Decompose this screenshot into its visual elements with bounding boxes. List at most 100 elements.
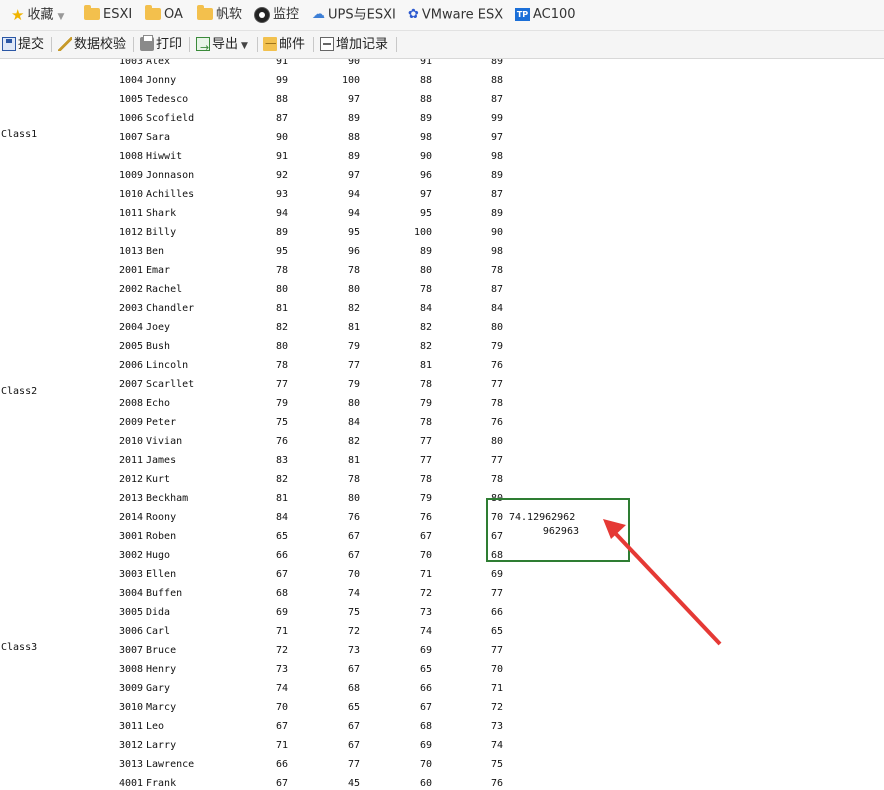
student-id: 2007 [119, 379, 144, 390]
score-cell: 78 [490, 398, 503, 409]
table-row: 2012 Kurt 82 78 78 78 [0, 470, 884, 489]
score-cell: 75 [490, 759, 503, 770]
score-cell: 73 [490, 721, 503, 732]
score-cell: 45 [347, 778, 360, 789]
bookmark-ups-esxi[interactable]: ☁ UPS与ESXI [312, 0, 396, 30]
score-cell: 72 [490, 702, 503, 713]
score-cell: 93 [275, 189, 288, 200]
score-cell: 60 [419, 778, 432, 789]
score-cell: 69 [419, 740, 432, 751]
table-row: 2008 Echo 79 80 79 78 [0, 394, 884, 413]
score-cell: 65 [275, 531, 288, 542]
toolbar-divider [313, 37, 314, 52]
table-row: 2010 Vivian 76 82 77 80 [0, 432, 884, 451]
score-cell: 77 [419, 436, 432, 447]
score-cell: 89 [347, 151, 360, 162]
star-icon: ★ [11, 6, 25, 24]
student-name: Buffen [146, 588, 183, 599]
student-id: 2005 [119, 341, 144, 352]
score-cell: 78 [275, 360, 288, 371]
add-record-button[interactable]: 增加记录 [320, 31, 388, 58]
score-cell: 67 [347, 531, 360, 542]
score-cell: 81 [347, 322, 360, 333]
student-id: 3012 [119, 740, 144, 751]
score-cell: 75 [347, 607, 360, 618]
validate-icon [58, 36, 72, 51]
score-cell: 78 [490, 474, 503, 485]
score-cell: 89 [419, 246, 432, 257]
table-row: 3007 Bruce 72 73 69 77 [0, 641, 884, 660]
student-name: Beckham [146, 493, 189, 504]
score-cell: 80 [347, 493, 360, 504]
student-name: Roony [146, 512, 177, 523]
student-id: 3004 [119, 588, 144, 599]
score-cell: 74 [275, 683, 288, 694]
score-cell: 98 [490, 246, 503, 257]
table-row: 2002 Rachel 80 80 78 87 [0, 280, 884, 299]
chevron-down-icon[interactable]: ▼ [57, 12, 64, 22]
student-id: 3003 [119, 569, 144, 580]
bookmark-monitor[interactable]: 监控 [254, 0, 299, 30]
validate-button[interactable]: 数据校验 [58, 31, 126, 58]
report-toolbar: 提交 数据校验 打印 导出▼ 邮件 增加记录 [0, 31, 884, 61]
tp-link-icon: TP [515, 8, 530, 21]
table-row: 3001 Roben 65 67 67 67 [0, 527, 884, 546]
score-cell: 77 [490, 645, 503, 656]
score-cell: 67 [275, 778, 288, 789]
add-record-icon [320, 36, 334, 51]
score-cell: 99 [490, 113, 503, 124]
student-id: 1005 [119, 94, 144, 105]
student-id: 2006 [119, 360, 144, 371]
mail-button[interactable]: 邮件 [263, 31, 305, 58]
score-cell: 84 [419, 303, 432, 314]
submit-button[interactable]: 提交 [2, 31, 44, 58]
student-id: 3006 [119, 626, 144, 637]
table-row: 3013 Lawrence 66 77 70 75 [0, 755, 884, 774]
score-cell: 71 [490, 683, 503, 694]
table-row: 2001 Emar 78 78 80 78 [0, 261, 884, 280]
table-row: 3004 Buffen 68 74 72 77 [0, 584, 884, 603]
table-row: 3009 Gary 74 68 66 71 [0, 679, 884, 698]
student-id: 2013 [119, 493, 144, 504]
bookmark-fanruan[interactable]: 帆软 [197, 0, 242, 30]
table-row: 2007 Scarllet 77 79 78 77 [0, 375, 884, 394]
student-name: Carl [146, 626, 171, 637]
score-cell: 76 [490, 417, 503, 428]
student-name: Dida [146, 607, 171, 618]
student-id: 1009 [119, 170, 144, 181]
bookmark-favorites[interactable]: ★ 收藏 ▼ [11, 0, 64, 30]
bookmark-esxi[interactable]: ESXI [84, 0, 132, 30]
bookmark-vmware-esx[interactable]: ✿ VMware ESX [408, 0, 503, 30]
score-cell: 77 [419, 455, 432, 466]
score-cell: 80 [490, 436, 503, 447]
student-id: 1013 [119, 246, 144, 257]
score-cell: 89 [490, 59, 503, 67]
bookmark-ac100[interactable]: TP AC100 [515, 0, 576, 30]
score-cell: 78 [490, 265, 503, 276]
score-cell: 91 [419, 59, 432, 67]
student-name: Lawrence [146, 759, 195, 770]
score-cell: 81 [275, 493, 288, 504]
score-cell: 78 [419, 474, 432, 485]
print-button[interactable]: 打印 [140, 31, 182, 58]
table-row: 1012 Billy 89 95 100 90 [0, 223, 884, 242]
table-row: 3003 Ellen 67 70 71 69 [0, 565, 884, 584]
score-cell: 79 [490, 341, 503, 352]
bookmark-oa[interactable]: OA [145, 0, 183, 30]
score-cell: 69 [275, 607, 288, 618]
score-cell: 90 [275, 132, 288, 143]
score-cell: 80 [419, 265, 432, 276]
score-cell: 79 [419, 493, 432, 504]
score-cell: 67 [275, 721, 288, 732]
student-name: Kurt [146, 474, 171, 485]
score-cell: 87 [490, 94, 503, 105]
score-cell: 77 [490, 379, 503, 390]
table-row: 3005 Dida 69 75 73 66 [0, 603, 884, 622]
toolbar-divider [51, 37, 52, 52]
score-cell: 72 [347, 626, 360, 637]
student-id: 1010 [119, 189, 144, 200]
student-id: 1008 [119, 151, 144, 162]
student-name: Gary [146, 683, 171, 694]
export-button[interactable]: 导出▼ [196, 31, 248, 61]
score-cell: 92 [275, 170, 288, 181]
